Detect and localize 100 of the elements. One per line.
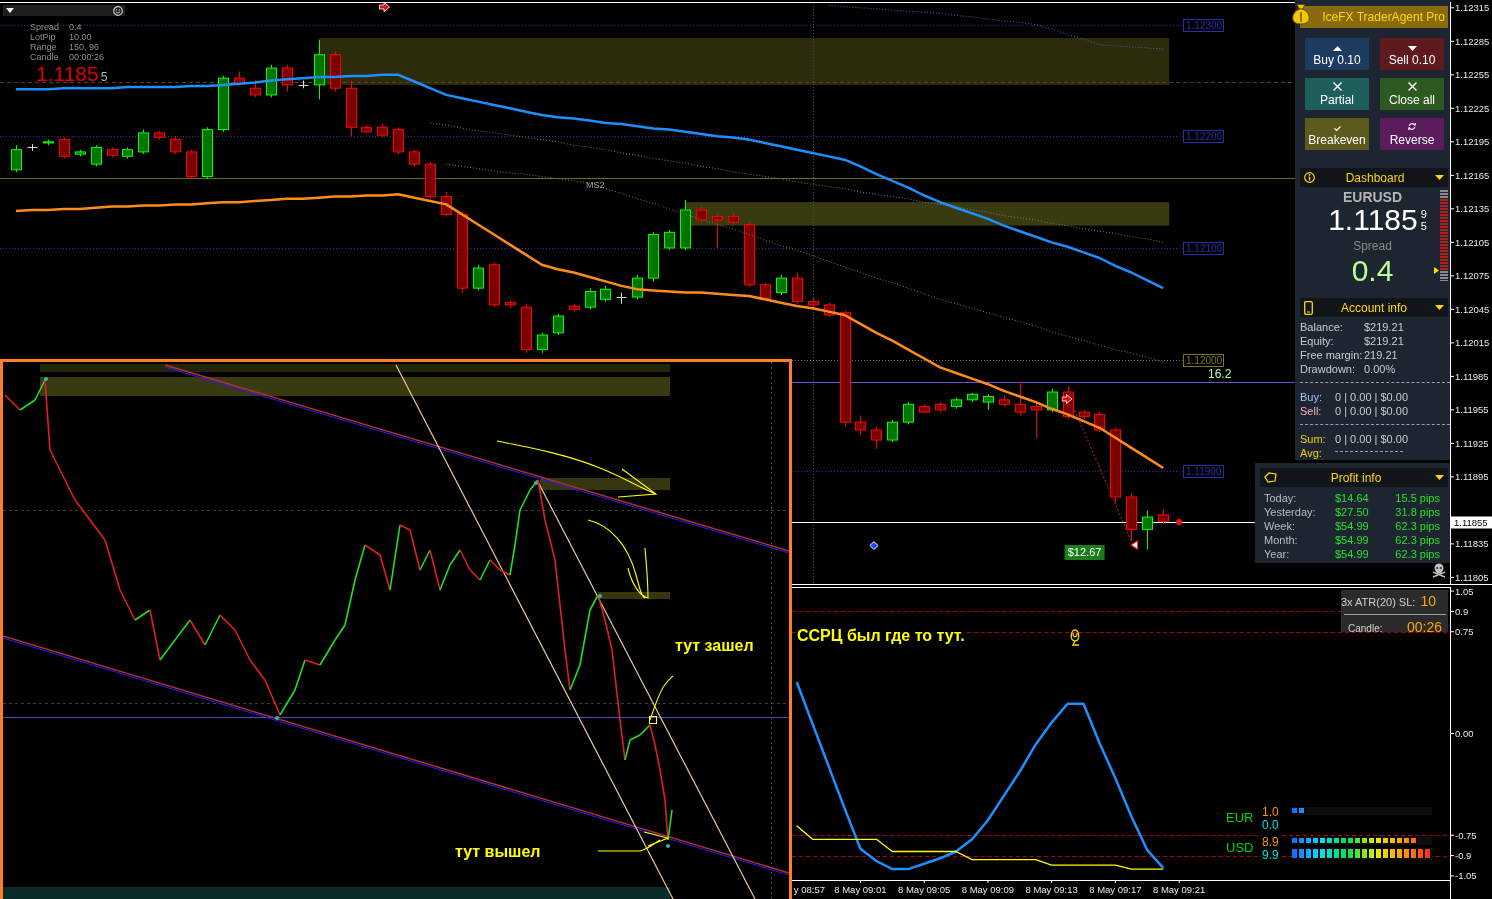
section-header[interactable]: Profit info (1260, 468, 1448, 487)
price-axis-label: 1.11925 (1455, 437, 1489, 449)
candle (600, 288, 611, 300)
price-axis-label: 1.12255 (1455, 69, 1490, 81)
candle-timer-value: 00:26 (1406, 618, 1442, 637)
tag-icon (1264, 472, 1277, 483)
candlestick (871, 426, 882, 450)
time-axis-label: 8 May 09:09 (961, 884, 1015, 895)
profit-amount: $27.50 (1335, 505, 1370, 519)
info-value: 0.4 (69, 22, 82, 32)
candle (505, 302, 516, 306)
account-value: $219.21 (1364, 320, 1404, 334)
price-tag: 1.11855 (1451, 516, 1492, 529)
reverse-button[interactable]: Reverse (1380, 118, 1444, 150)
candle (202, 129, 213, 177)
candlestick (792, 272, 803, 305)
caret-icon[interactable] (6, 8, 14, 13)
candle (1094, 413, 1105, 431)
price-axis-label: 1.11955 (1455, 404, 1489, 416)
sell-button[interactable]: Sell 0.10 (1380, 38, 1444, 70)
price-digit: 5 (1420, 220, 1427, 232)
candle (760, 284, 771, 299)
price-axis-label: 1.11985 (1455, 370, 1489, 382)
profit-label: Yesterday: (1264, 505, 1317, 519)
partial-close-button[interactable]: Partial (1305, 78, 1369, 110)
account-label: Free margin: (1300, 348, 1364, 362)
line-label: MS2 (586, 180, 605, 190)
candle (808, 301, 819, 306)
profit-label: Month: (1264, 533, 1299, 547)
profit-pips: 62.3 pips (1394, 519, 1440, 533)
candle (361, 126, 372, 133)
candle (107, 149, 118, 156)
candlestick (855, 414, 866, 435)
time-axis-label: 8 May 09:17 (1089, 884, 1142, 895)
candle (170, 139, 181, 153)
currency-label: EUR (1226, 809, 1255, 825)
cut-axis-label: y 08:57 (793, 884, 825, 895)
section-header[interactable]: Dashboard (1300, 168, 1448, 187)
smiley-icon[interactable] (113, 5, 123, 16)
candle (585, 291, 596, 308)
close-all-button[interactable]: Close all (1380, 78, 1444, 110)
triangle-marker-icon (1130, 540, 1138, 550)
account-label: Drawdown: (1300, 362, 1357, 376)
account-value: $219.21 (1364, 334, 1404, 348)
atr-label: 3x ATR(20) SL: (1341, 595, 1416, 610)
total-label: Sum: (1300, 432, 1327, 446)
time-axis-label: 8 May 09:13 (1025, 884, 1078, 895)
price-axis-label: 1.12225 (1455, 102, 1490, 114)
indicator-axis-label: 0.9 (1455, 605, 1469, 617)
level-tag: 1.12300 (1183, 19, 1224, 32)
position-label: Buy: (1300, 390, 1323, 404)
caret-icon[interactable] (1435, 304, 1444, 311)
indicator-axis-label: 0.00 (1455, 728, 1474, 739)
account-label: Equity: (1300, 334, 1335, 348)
info-label: Candle (30, 52, 60, 62)
candle (154, 132, 165, 138)
profit-tag: $12.67 (1064, 545, 1105, 560)
money-bag-icon (1292, 3, 1310, 25)
panel-title: IceFX TraderAgent Pro (1322, 10, 1445, 24)
candlestick (616, 292, 627, 305)
candle (266, 67, 277, 96)
profit-amount: $54.99 (1335, 547, 1370, 561)
price-axis-label: 1.12165 (1455, 169, 1490, 181)
price-axis-label: 1.12135 (1455, 203, 1490, 215)
candle (521, 306, 532, 351)
candle (935, 403, 946, 411)
candle (43, 141, 54, 144)
close-icon (1407, 82, 1417, 91)
candle (887, 421, 898, 441)
currency-label: USD (1226, 839, 1255, 855)
info-label: Spread (30, 22, 61, 32)
buy-button[interactable]: Buy 0.10 (1305, 38, 1369, 70)
loop-mark-icon (1071, 630, 1079, 645)
candle (393, 129, 404, 153)
caret-icon[interactable] (1435, 174, 1444, 181)
candle (728, 216, 739, 223)
profit-amount: $54.99 (1335, 519, 1370, 533)
account-value: 219.21 (1364, 348, 1398, 362)
section-header[interactable]: Account info (1300, 298, 1448, 317)
profit-pips: 31.8 pips (1394, 505, 1440, 519)
candle (632, 277, 643, 298)
candle (489, 264, 500, 306)
dot-marker-icon (1176, 519, 1183, 525)
candlestick (11, 144, 22, 173)
candle-timer-label: Candle: (1348, 622, 1383, 636)
annotation-text: ССРЦ был где то тут. (797, 627, 965, 644)
price-axis-label: 1.12285 (1455, 35, 1490, 47)
caret-icon[interactable] (1435, 474, 1444, 481)
candle (11, 149, 22, 171)
candle (824, 304, 835, 316)
skull-icon (1432, 563, 1446, 578)
candlestick (1142, 509, 1153, 550)
breakeven-button[interactable]: Breakeven (1305, 118, 1369, 150)
spread-label: Spread (1352, 239, 1393, 253)
strength-value: 8.9 (1262, 834, 1279, 849)
price-display: 1.1185 (36, 63, 99, 84)
position-value: 0 | 0.00 | $0.00 (1335, 404, 1408, 418)
total-value: 0 | 0.00 | $0.00 (1335, 432, 1408, 446)
info-value: 00:00:26 (69, 52, 105, 62)
candle (553, 315, 564, 334)
